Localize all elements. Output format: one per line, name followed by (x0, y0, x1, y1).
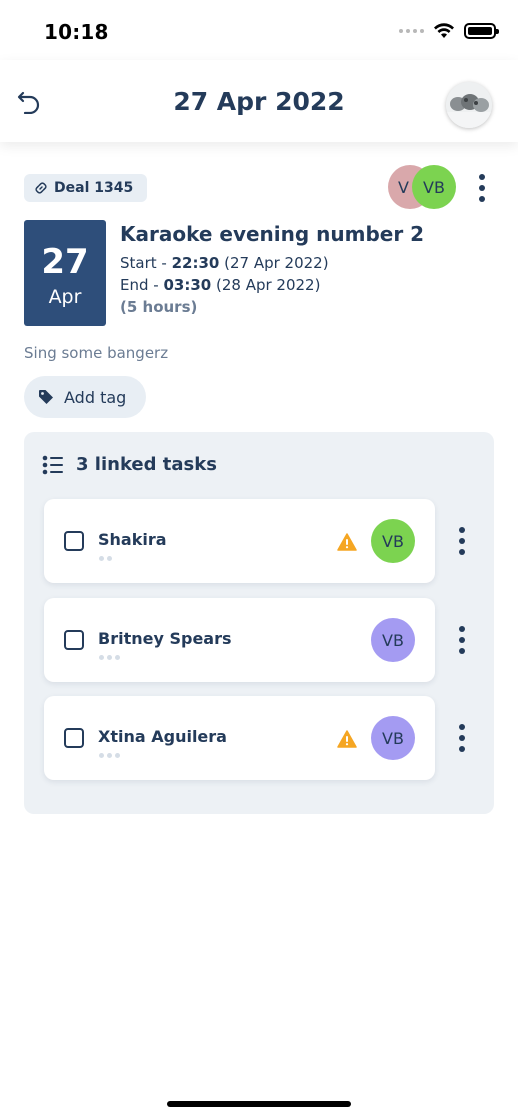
wifi-icon (434, 23, 454, 38)
add-tag-button[interactable]: Add tag (24, 376, 147, 418)
event-start: Start - 22:30 (27 Apr 2022) (120, 254, 329, 272)
event-description: Sing some bangerz (24, 344, 169, 362)
status-time: 10:18 (44, 20, 109, 44)
event-detail: Deal 1345 V VB 27 Apr Karaoke evening nu… (24, 165, 494, 814)
task-checkbox[interactable] (64, 728, 84, 748)
task-more-menu-button[interactable] (452, 523, 472, 559)
deal-link-chip[interactable]: Deal 1345 (24, 174, 148, 202)
event-date-block: 27 Apr (24, 220, 106, 326)
task-name: Britney Spears (98, 629, 232, 648)
task-card[interactable]: Britney Spears VB (44, 598, 435, 682)
task-name: Shakira (98, 530, 167, 549)
event-info: Karaoke evening number 2 Start - 22:30 (… (120, 222, 424, 318)
task-checkbox[interactable] (64, 531, 84, 551)
task-card[interactable]: Shakira VB (44, 499, 435, 583)
linked-tasks-header: 3 linked tasks (42, 454, 217, 475)
tag-icon (39, 390, 53, 404)
event-duration: (5 hours) (120, 298, 198, 316)
task-assignee-avatar: VB (371, 618, 415, 662)
add-tag-label: Add tag (64, 387, 127, 407)
event-title: Karaoke evening number 2 (120, 222, 425, 246)
task-more-menu-button[interactable] (452, 622, 472, 658)
linked-tasks-panel: 3 linked tasks Shakira VB Britney Spears… (24, 432, 494, 814)
task-assignee-avatar: VB (371, 716, 415, 760)
task-checkbox[interactable] (64, 630, 84, 650)
task-progress-dots (99, 753, 120, 758)
avatar-photo-image (446, 82, 492, 128)
event-end: End - 03:30 (28 Apr 2022) (120, 276, 321, 294)
battery-icon (464, 23, 499, 39)
task-assignee-avatar: VB (371, 519, 415, 563)
event-day: 27 (41, 242, 89, 282)
assignee-avatar-vb: VB (412, 165, 456, 209)
task-progress-dots (99, 556, 112, 561)
list-icon (42, 455, 63, 474)
header: 27 Apr 2022 (0, 60, 518, 142)
task-more-menu-button[interactable] (452, 720, 472, 756)
task-card[interactable]: Xtina Aguilera VB (44, 696, 435, 780)
task-name: Xtina Aguilera (98, 727, 227, 746)
page-title: 27 Apr 2022 (173, 87, 345, 116)
home-indicator[interactable] (167, 1101, 351, 1107)
status-bar: 10:18 (0, 0, 518, 60)
task-progress-dots (99, 655, 120, 660)
warning-icon (337, 730, 357, 748)
status-icons (399, 23, 499, 39)
cellular-signal-icon (399, 29, 424, 33)
event-top-row: Deal 1345 V VB (24, 165, 494, 211)
event-summary: 27 Apr Karaoke evening number 2 Start - … (24, 220, 494, 326)
event-assignees[interactable]: V VB (388, 165, 456, 211)
event-more-menu-button[interactable] (472, 170, 492, 206)
link-icon (35, 182, 47, 194)
warning-icon (337, 533, 357, 551)
linked-tasks-count: 3 linked tasks (76, 454, 217, 475)
event-end-time: 03:30 (163, 276, 212, 294)
deal-label: Deal 1345 (54, 180, 134, 196)
event-start-time: 22:30 (171, 254, 220, 272)
user-avatar[interactable] (446, 82, 492, 128)
event-month: Apr (48, 286, 82, 308)
